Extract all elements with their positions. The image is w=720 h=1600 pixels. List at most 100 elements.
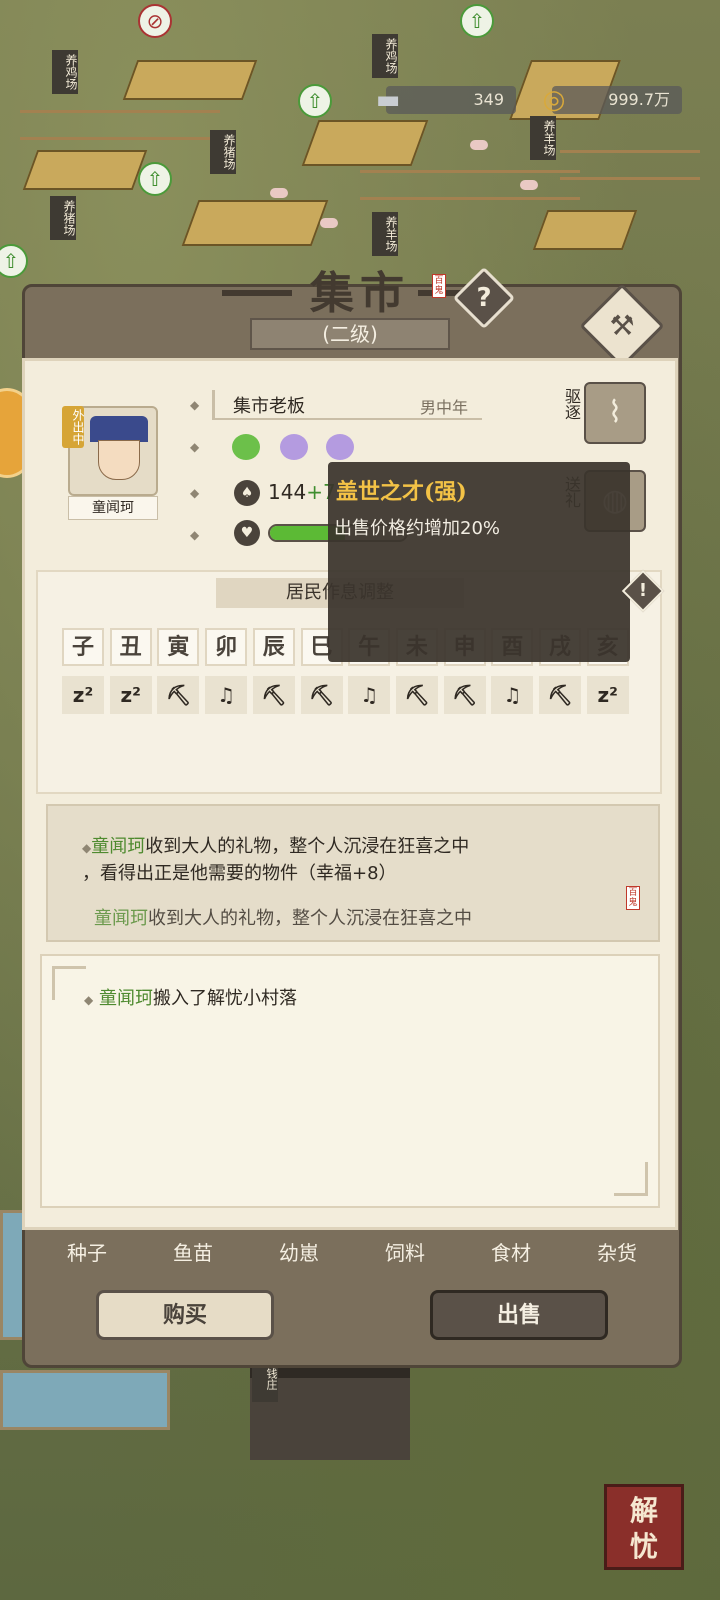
hour-cell[interactable]: 丑	[109, 628, 152, 666]
sleep-icon[interactable]: z²	[109, 676, 152, 714]
farm-sign[interactable]: 养猪场	[210, 130, 236, 174]
heart-icon: ♥	[234, 520, 260, 546]
barn-roof	[122, 60, 258, 100]
log-entry: 童闻珂收到大人的礼物，整个人沉浸在狂喜之中	[94, 906, 472, 931]
category-tab[interactable]: 杂货	[572, 1236, 662, 1270]
pickaxe-icon[interactable]: ⛏	[300, 676, 343, 714]
hour-cell[interactable]: 寅	[157, 628, 200, 666]
farm-sign[interactable]: 养猪场	[50, 196, 76, 240]
pickaxe-icon[interactable]: ⛏	[157, 676, 200, 714]
silver-value: 349	[473, 90, 504, 109]
pickaxe-icon[interactable]: ⛏	[539, 676, 581, 714]
log-name: 童闻珂	[94, 908, 148, 929]
upgrade-arrow-icon[interactable]: ⇧	[0, 244, 28, 278]
upgrade-arrow-icon[interactable]: ⇧	[138, 162, 172, 196]
fence	[360, 170, 580, 200]
category-tab[interactable]: 幼崽	[254, 1236, 344, 1270]
skill-stat: 144+7	[268, 480, 336, 504]
silver-ingot-icon: ▬	[375, 85, 401, 115]
barn-roof	[181, 200, 329, 246]
category-tab[interactable]: 种子	[42, 1236, 132, 1270]
log-text: 搬入了解忧小村落	[152, 988, 297, 1009]
category-tab[interactable]: 鱼苗	[148, 1236, 238, 1270]
seal-stamp: 百鬼	[432, 274, 446, 298]
sleep-icon[interactable]: z²	[62, 676, 104, 714]
log-entry: ◆童闻珂收到大人的礼物，整个人沉浸在狂喜之中 ，看得出正是他需要的物件（幸福+8…	[82, 834, 642, 886]
upgrade-arrow-icon[interactable]: ⇧	[298, 84, 332, 118]
copper-coin-icon: ◎	[542, 85, 566, 115]
question-icon: ?	[476, 283, 492, 313]
logo-char: 忧	[629, 1530, 658, 1563]
exclamation-icon: !	[638, 580, 648, 601]
pig	[520, 180, 538, 190]
buy-button[interactable]: 购买	[96, 1290, 274, 1340]
bullet-icon: ◆	[190, 440, 200, 454]
log-entry: ◆ 童闻珂搬入了解忧小村落	[84, 986, 297, 1013]
skill-icon: ♠	[234, 480, 260, 506]
pickaxe-icon[interactable]: ⛏	[252, 676, 295, 714]
no-feed-icon[interactable]: ⊘	[138, 4, 172, 38]
logo-char: 解	[629, 1494, 658, 1527]
tooltip-description: 出售价格约增加20%	[334, 518, 501, 539]
fence	[20, 110, 220, 140]
bullet-icon: ◆	[190, 486, 200, 500]
upgrade-arrow-icon[interactable]: ⇧	[460, 4, 494, 38]
farm-sign[interactable]: 养鸡场	[52, 50, 78, 94]
hour-cell[interactable]: 子	[62, 628, 104, 666]
trait-icon-purple-snail[interactable]	[326, 434, 354, 460]
farm-sign[interactable]: 养羊场	[530, 116, 556, 160]
rest-icon[interactable]: ♫	[491, 676, 534, 714]
category-tab[interactable]: 食材	[466, 1236, 556, 1270]
pickaxe-icon[interactable]: ⛏	[395, 676, 438, 714]
pig	[470, 140, 488, 150]
frame-corner	[614, 1162, 648, 1196]
barn-roof	[301, 120, 429, 166]
resident-name: 童闻珂	[68, 496, 158, 520]
expel-label: 驱逐	[562, 388, 581, 420]
trait-tooltip: 盖世之才(强) 出售价格约增加20%	[328, 462, 630, 662]
hour-cell[interactable]: 辰	[252, 628, 295, 666]
pig	[320, 218, 338, 228]
resident-profile: 男中年	[419, 398, 468, 417]
skill-value: 144	[268, 480, 307, 504]
avatar-portrait	[90, 416, 148, 490]
barn-roof	[22, 150, 148, 190]
farm-sign[interactable]: 养羊场	[372, 212, 398, 256]
bullet-icon: ◆	[190, 398, 200, 412]
pickaxe-icon[interactable]: ⛏	[443, 676, 486, 714]
log-text: 收到大人的礼物，整个人沉浸在狂喜之中	[145, 836, 470, 857]
face	[98, 440, 140, 480]
farm-sign[interactable]: 养鸡场	[372, 34, 398, 78]
tooltip-title: 盖世之才(强)	[336, 479, 467, 505]
bullet-icon: ◆	[82, 841, 92, 855]
status-badge: 外出中	[62, 406, 85, 448]
log-name: 童闻珂	[98, 988, 153, 1009]
bullet-icon: ◆	[190, 528, 200, 542]
coin-value: 999.7万	[608, 90, 670, 109]
sleep-icon[interactable]: z²	[586, 676, 629, 714]
building-level: (二级)	[250, 318, 450, 350]
fence	[560, 150, 700, 180]
title-decoration	[222, 290, 292, 296]
pond	[0, 1370, 170, 1430]
rest-icon[interactable]: ♫	[205, 676, 248, 714]
trait-icon-purple[interactable]	[280, 434, 308, 460]
expel-button[interactable]: 驱逐 ⌇	[558, 382, 654, 444]
hour-cell[interactable]: 卯	[205, 628, 248, 666]
app-logo[interactable]: 解 忧	[604, 1484, 684, 1570]
barn-roof	[532, 210, 638, 250]
resident-avatar[interactable]: 外出中 童闻珂	[62, 406, 160, 520]
pig	[270, 188, 288, 198]
category-tab[interactable]: 饲料	[360, 1236, 450, 1270]
rest-icon[interactable]: ♫	[348, 676, 391, 714]
hammer-icon: ⚒	[609, 309, 635, 342]
broom-icon: ⌇	[584, 382, 646, 444]
trait-icon-green[interactable]	[232, 434, 260, 460]
official-hat	[90, 416, 148, 442]
log-text: 收到大人的礼物，整个人沉浸在狂喜之中	[148, 908, 472, 929]
log-text: ，看得出正是他需要的物件（幸福+8）	[82, 863, 397, 884]
sell-button[interactable]: 出售	[430, 1290, 608, 1340]
role-field: 集市老板 男中年	[212, 390, 482, 420]
role-name: 集市老板	[233, 396, 305, 417]
bullet-icon: ◆	[84, 993, 94, 1007]
